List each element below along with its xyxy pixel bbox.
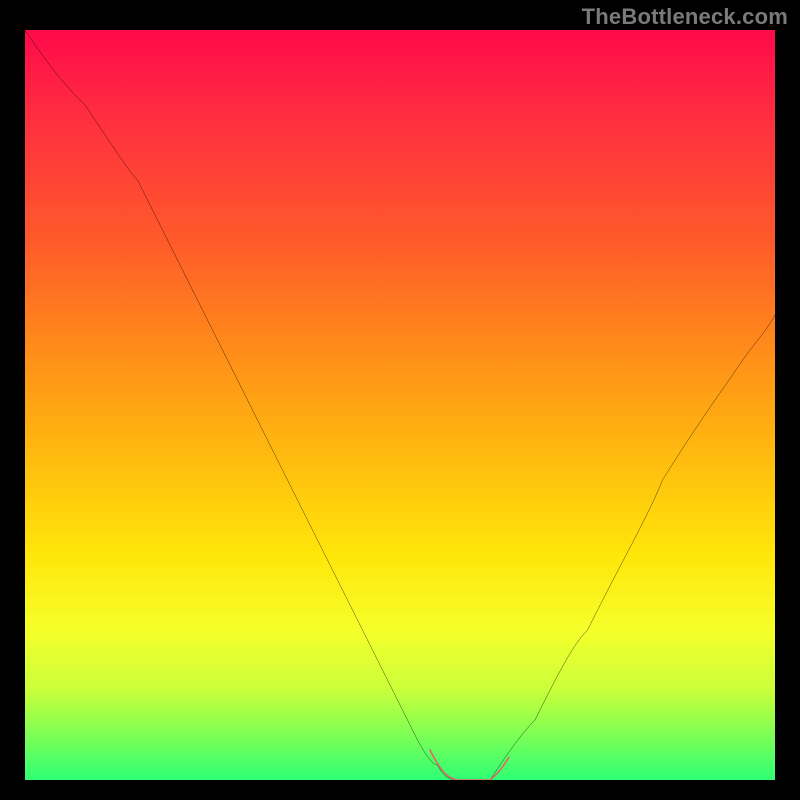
sweet-spot-highlight xyxy=(430,750,509,780)
chart-frame: TheBottleneck.com xyxy=(0,0,800,800)
bottleneck-curve xyxy=(25,30,775,780)
plot-area xyxy=(25,30,775,780)
watermark-text: TheBottleneck.com xyxy=(582,4,788,30)
curve-layer xyxy=(25,30,775,780)
